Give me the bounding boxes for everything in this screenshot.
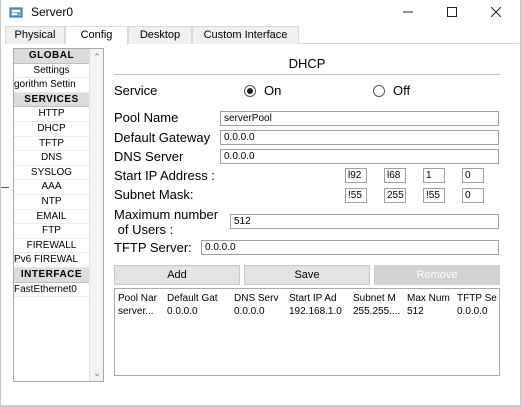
remove-button[interactable]: Remove xyxy=(374,265,500,285)
subnet-mask-octet-4[interactable]: 0 xyxy=(462,188,484,203)
sidebar-item-http[interactable]: HTTP xyxy=(14,107,89,122)
pool-name-label: Pool Name xyxy=(114,110,179,125)
sidebar-header-interface: INTERFACE xyxy=(14,267,89,283)
radio-selected-dot xyxy=(247,87,253,94)
tab-physical[interactable]: Physical xyxy=(5,26,65,44)
sidebar-item-dhcp[interactable]: DHCP xyxy=(14,121,89,137)
max-users-label-line2: of Users : xyxy=(114,222,174,237)
panel-title: DHCP xyxy=(288,56,326,71)
sidebar-scrollbar[interactable]: ⌃ ⌄ xyxy=(89,49,103,381)
add-button[interactable]: Add xyxy=(114,265,240,285)
tab-config[interactable]: Config xyxy=(65,26,128,45)
subnet-mask-label: Subnet Mask: xyxy=(114,187,194,202)
start-ip-octet-2[interactable]: l68 xyxy=(384,168,406,183)
max-users-input[interactable]: 512 xyxy=(230,214,499,229)
column-header-tftp-server[interactable]: TFTP Se xyxy=(454,293,499,305)
window-title: Server0 xyxy=(31,5,74,19)
subnet-mask-octet-1[interactable]: !55 xyxy=(345,188,367,203)
sidebar-item-firewall[interactable]: FIREWALL xyxy=(14,238,89,254)
start-ip-octet-4[interactable]: 0 xyxy=(462,168,484,183)
sidebar-item-aaa[interactable]: AAA xyxy=(14,180,89,195)
maximize-button[interactable] xyxy=(430,0,474,24)
sidebar-item-ftp[interactable]: FTP xyxy=(14,224,89,239)
default-gateway-input[interactable]: 0.0.0.0 xyxy=(220,130,499,145)
start-ip-octet-1[interactable]: l92 xyxy=(345,168,367,183)
tab-desktop[interactable]: Desktop xyxy=(128,26,192,44)
sidebar-item-ipv6-firewall[interactable]: Pv6 FIREWAL xyxy=(14,253,89,268)
cell-start-ip: 192.168.1.0 xyxy=(289,306,342,317)
sidebar-item-algorithm-settings[interactable]: gorithm Settin xyxy=(14,78,89,93)
cell-default-gateway: 0.0.0.0 xyxy=(167,306,198,317)
tftp-server-label: TFTP Server: xyxy=(114,240,192,255)
column-header-start-ip[interactable]: Start IP Ad xyxy=(286,293,350,305)
sidebar-list: GLOBAL Settings gorithm Settin SERVICES … xyxy=(14,49,89,298)
table-header: Pool Nar Default Gat DNS Serv Start IP A… xyxy=(115,293,499,305)
chevron-up-icon[interactable]: ⌃ xyxy=(92,52,102,62)
title-bar[interactable]: Server0 xyxy=(1,0,520,24)
tab-custom-interface[interactable]: Custom Interface xyxy=(192,26,299,44)
start-ip-label: Start IP Address : xyxy=(114,168,215,183)
start-ip-octet-3[interactable]: 1 xyxy=(423,168,445,183)
sidebar-item-settings[interactable]: Settings xyxy=(14,63,89,79)
sidebar-item-tftp[interactable]: TFTP xyxy=(14,136,89,152)
save-button[interactable]: Save xyxy=(244,265,370,285)
cell-pool-name: server... xyxy=(118,306,154,317)
radio-on-indicator[interactable] xyxy=(244,84,256,97)
cell-subnet-mask: 255.255.... xyxy=(353,306,401,317)
service-label: Service xyxy=(114,83,158,98)
tab-bar: Physical Config Desktop Custom Interface xyxy=(5,26,519,45)
service-on-radio[interactable]: On xyxy=(244,83,281,98)
sidebar-header-global: GLOBAL xyxy=(14,49,89,64)
table-row[interactable]: server... 0.0.0.0 0.0.0.0 192.168.1.0 25… xyxy=(115,306,499,318)
max-users-label-line1: Maximum number xyxy=(114,207,219,222)
radio-off-indicator[interactable] xyxy=(373,84,385,97)
edge-mark xyxy=(1,187,9,188)
minimize-button[interactable] xyxy=(386,0,430,24)
sidebar-item-dns[interactable]: DNS xyxy=(14,151,89,166)
pool-name-input[interactable]: serverPool xyxy=(220,111,499,126)
service-off-label: Off xyxy=(393,83,411,98)
cell-tftp-server: 0.0.0.0 xyxy=(457,306,488,317)
title-divider xyxy=(114,74,500,75)
server-window: Server0 Physical Config Desktop Custom I… xyxy=(0,0,521,407)
subnet-mask-octet-3[interactable]: !55 xyxy=(423,188,445,203)
tftp-server-input[interactable]: 0.0.0.0 xyxy=(201,240,499,255)
close-button[interactable] xyxy=(474,0,518,24)
service-on-label: On xyxy=(264,83,282,98)
column-header-pool-name[interactable]: Pool Nar xyxy=(115,293,164,305)
sidebar-item-fastethernet0[interactable]: FastEthernet0 xyxy=(14,282,89,298)
close-icon xyxy=(491,7,501,17)
network-device-icon xyxy=(9,7,23,18)
maximize-icon xyxy=(447,7,457,17)
dns-server-label: DNS Server xyxy=(114,149,184,164)
sidebar-header-services: SERVICES xyxy=(14,92,89,108)
sidebar-item-syslog[interactable]: SYSLOG xyxy=(14,165,89,181)
service-off-radio[interactable]: Off xyxy=(373,83,410,98)
cell-max-users: 512 xyxy=(407,306,424,317)
sidebar-item-ntp[interactable]: NTP xyxy=(14,194,89,210)
column-header-default-gateway[interactable]: Default Gat xyxy=(164,293,231,305)
minimize-icon xyxy=(403,11,413,13)
column-header-subnet-mask[interactable]: Subnet M xyxy=(350,293,404,305)
column-header-max-users[interactable]: Max Num xyxy=(404,293,454,305)
column-header-dns-server[interactable]: DNS Serv xyxy=(231,293,286,305)
dhcp-pool-table[interactable]: Pool Nar Default Gat DNS Serv Start IP A… xyxy=(114,288,500,376)
config-sidebar: GLOBAL Settings gorithm Settin SERVICES … xyxy=(13,48,104,382)
default-gateway-label: Default Gateway xyxy=(114,130,211,145)
sidebar-item-email[interactable]: EMAIL xyxy=(14,209,89,225)
subnet-mask-octet-2[interactable]: 255 xyxy=(384,188,406,203)
cell-dns-server: 0.0.0.0 xyxy=(234,306,265,317)
dns-server-input[interactable]: 0.0.0.0 xyxy=(220,149,499,164)
chevron-down-icon[interactable]: ⌄ xyxy=(92,368,102,378)
